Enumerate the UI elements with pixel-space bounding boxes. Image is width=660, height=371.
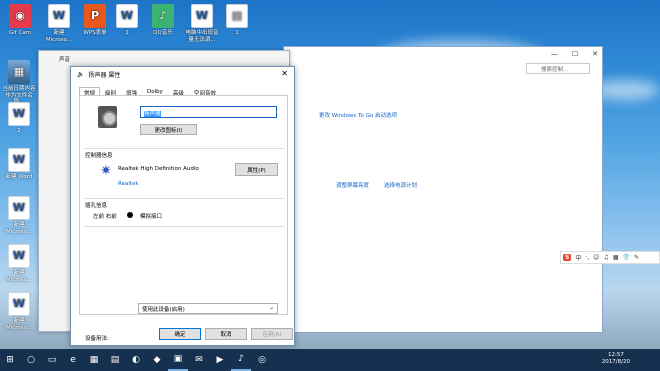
- microphone-icon[interactable]: ♫: [603, 254, 608, 261]
- clock-date: 2017/8/20: [601, 359, 630, 365]
- minimize-icon[interactable]: —: [551, 50, 558, 58]
- file-explorer-icon[interactable]: ▤: [105, 349, 125, 371]
- desktop-icon-image[interactable]: ▦当前日期内容作为文件名称...: [2, 60, 36, 106]
- desktop-icon-doc-1[interactable]: W1: [110, 4, 144, 37]
- word-document-icon: W: [48, 4, 70, 28]
- word-document-icon: W: [8, 102, 30, 126]
- image-file-icon: ▦: [8, 60, 30, 84]
- sound-settings-taskbar-icon[interactable]: ♪: [231, 349, 251, 371]
- device-name-input[interactable]: 扬声器: [140, 106, 277, 118]
- speaker-small-icon: 🔈: [77, 70, 85, 78]
- desktop-icon-wps[interactable]: P WPS表单: [78, 4, 112, 37]
- desktop-icon-qqmusic[interactable]: ♪ QQ音乐: [146, 4, 180, 37]
- desktop-icon-gifcam[interactable]: ◉ Gif Cam: [3, 4, 37, 37]
- desktop-icon-doc-volume[interactable]: W 电脑中出现音量无法调...: [185, 4, 219, 43]
- device-usage-label: 设备用法:: [85, 336, 109, 342]
- file-icon: ▤: [226, 4, 248, 28]
- sound-window-title: 声音: [59, 57, 71, 63]
- window-controls: — ☐ ✕: [284, 47, 602, 61]
- desktop-icon-word-new-3[interactable]: W 新建 Microso...: [2, 196, 36, 235]
- word-document-icon: W: [8, 148, 30, 172]
- punctuation-icon[interactable]: ·,: [585, 254, 589, 261]
- taskbar: ⊞ ○ ▭ e ▦ ▤ ◐ ◆ ▣ ✉ ▶ ♪ ◎ 12:57 2017/8/2…: [0, 349, 660, 371]
- edge-icon[interactable]: e: [63, 349, 83, 371]
- divider: [84, 198, 284, 199]
- controller-info-label: 控制器信息: [85, 153, 113, 159]
- emoji-icon[interactable]: ☺: [593, 254, 599, 261]
- desktop-icon-doc-2[interactable]: W2: [2, 102, 36, 135]
- media-icon[interactable]: ▶: [210, 349, 230, 371]
- properties-button[interactable]: 属性(P): [235, 163, 278, 176]
- music-icon: ♪: [152, 4, 174, 28]
- control-panel-window: — ☐ ✕ 搜索控制... 更改 Windows To Go 启动选项 调整屏幕…: [283, 46, 603, 333]
- search-input[interactable]: 搜索控制...: [526, 63, 590, 74]
- settings-icon[interactable]: ◎: [252, 349, 272, 371]
- cancel-button[interactable]: 取消: [205, 328, 247, 340]
- keyboard-icon[interactable]: ▦: [613, 254, 619, 261]
- controller-vendor-link[interactable]: Realtek: [118, 181, 139, 187]
- qq-browser-icon[interactable]: ◐: [126, 349, 146, 371]
- link-brightness[interactable]: 调整屏幕亮度: [336, 181, 369, 189]
- divider: [84, 226, 284, 227]
- system-clock[interactable]: 12:57 2017/8/20: [602, 352, 630, 366]
- ok-button[interactable]: 确定: [159, 328, 201, 340]
- jack-color-dot-icon: [127, 212, 133, 218]
- start-button-windows-icon[interactable]: ⊞: [0, 349, 20, 371]
- word-document-icon: W: [8, 244, 30, 268]
- close-icon[interactable]: ✕: [592, 50, 598, 58]
- desktop-icon-word-new-4[interactable]: W 新建 Microso...: [2, 244, 36, 283]
- desktop-icon-word-new[interactable]: W 新建 Microso...: [42, 4, 76, 43]
- task-view-icon[interactable]: ▭: [42, 349, 62, 371]
- security-icon[interactable]: ◆: [147, 349, 167, 371]
- wps-icon: P: [84, 4, 106, 28]
- camera-icon: ◉: [9, 4, 31, 28]
- divider: [84, 148, 284, 149]
- desktop-icon-word-new-5[interactable]: W 新建 Microso...: [2, 292, 36, 331]
- word-document-icon: W: [8, 196, 30, 220]
- jack-info-label: 插孔信息: [85, 203, 108, 209]
- link-power-plan[interactable]: 选择电源计划: [384, 181, 417, 189]
- mail-icon[interactable]: ✉: [189, 349, 209, 371]
- dialog-titlebar: 🔈 扬声器 属性: [71, 67, 294, 81]
- change-icon-button[interactable]: 更改图标(I): [140, 124, 197, 135]
- sogou-logo-icon: S: [563, 254, 572, 261]
- close-icon[interactable]: ✕: [281, 69, 288, 78]
- jack-type: 模拟接口: [140, 214, 163, 220]
- device-usage-select[interactable]: 使用此设备(启用) ⌄: [138, 303, 278, 314]
- desktop-icon-word-new-2[interactable]: W 新建 Word: [2, 148, 36, 181]
- chinese-mode-icon[interactable]: 中: [575, 253, 581, 262]
- desktop-icon-file-1[interactable]: ▤ 1: [220, 4, 254, 37]
- speaker-properties-dialog: 🔈 扬声器 属性 ✕ 常规 级别 增强 Dolby 高级 空间音效 扬声器 更改…: [70, 66, 295, 346]
- controller-name: Realtek High Definition Audio: [118, 166, 199, 172]
- jack-positions: 左前 右前: [93, 214, 117, 220]
- apply-button[interactable]: 应用(A): [251, 328, 293, 340]
- store-icon[interactable]: ▦: [84, 349, 104, 371]
- control-panel-taskbar-icon[interactable]: ▣: [168, 349, 188, 371]
- skin-icon[interactable]: 👕: [623, 254, 630, 261]
- search-icon[interactable]: ○: [21, 349, 41, 371]
- ime-toolbar[interactable]: S 中 ·, ☺ ♫ ▦ 👕 ✎: [560, 251, 660, 264]
- chevron-down-icon: ⌄: [269, 305, 274, 311]
- word-document-icon: W: [8, 292, 30, 316]
- general-panel: 扬声器 更改图标(I) 控制器信息 ✷ Realtek High Definit…: [79, 95, 288, 342]
- toolbox-icon[interactable]: ✎: [634, 254, 639, 261]
- clock-time: 12:57: [607, 352, 624, 358]
- audio-driver-icon: ✷: [100, 163, 112, 179]
- word-document-icon: W: [191, 4, 213, 28]
- address-bar: 搜索控制...: [284, 63, 602, 75]
- link-windows-to-go[interactable]: 更改 Windows To Go 启动选项: [319, 111, 397, 119]
- maximize-icon[interactable]: ☐: [572, 50, 578, 58]
- word-document-icon: W: [116, 4, 138, 28]
- dialog-title: 扬声器 属性: [88, 71, 121, 79]
- speaker-icon: [98, 106, 117, 128]
